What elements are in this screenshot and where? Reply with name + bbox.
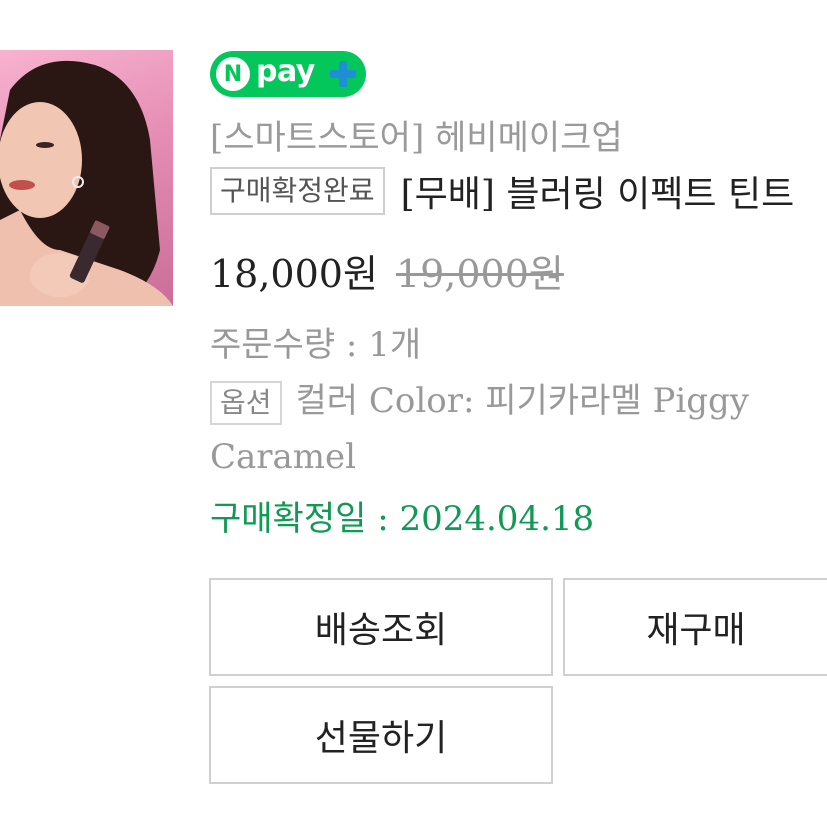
npay-plus-logo: N pay <box>210 51 366 97</box>
status-badge: 구매확정완료 <box>210 167 385 215</box>
order-quantity: 주문수량 : 1개 <box>210 325 422 365</box>
gift-button[interactable]: 선물하기 <box>209 686 553 784</box>
product-title-row[interactable]: 구매확정완료 [무배] 블러링 이펙트 틴트 <box>210 165 827 217</box>
store-name[interactable]: [스마트스토어] 헤비메이크업 <box>210 110 623 159</box>
npay-label: pay <box>256 54 315 89</box>
plus-icon <box>330 61 356 87</box>
product-thumbnail[interactable] <box>0 50 173 306</box>
option-text: 컬러 Color: 피기카라멜 Piggy Caramel <box>210 381 749 477</box>
current-price: 18,000원 <box>210 252 378 296</box>
price-row: 18,000원 19,000원 <box>210 243 564 298</box>
track-delivery-button[interactable]: 배송조회 <box>209 578 553 676</box>
rebuy-button[interactable]: 재구매 <box>563 578 827 676</box>
option-badge: 옵션 <box>210 381 282 425</box>
original-price: 19,000원 <box>395 252 564 296</box>
purchase-confirm-date: 구매확정일 : 2024.04.18 <box>210 499 595 539</box>
npay-n-icon: N <box>216 57 250 91</box>
product-title[interactable]: [무배] 블러링 이펙트 틴트 <box>401 165 795 217</box>
option-info: 옵션 컬러 Color: 피기카라멜 Piggy Caramel <box>210 373 827 485</box>
product-photo <box>0 60 173 306</box>
